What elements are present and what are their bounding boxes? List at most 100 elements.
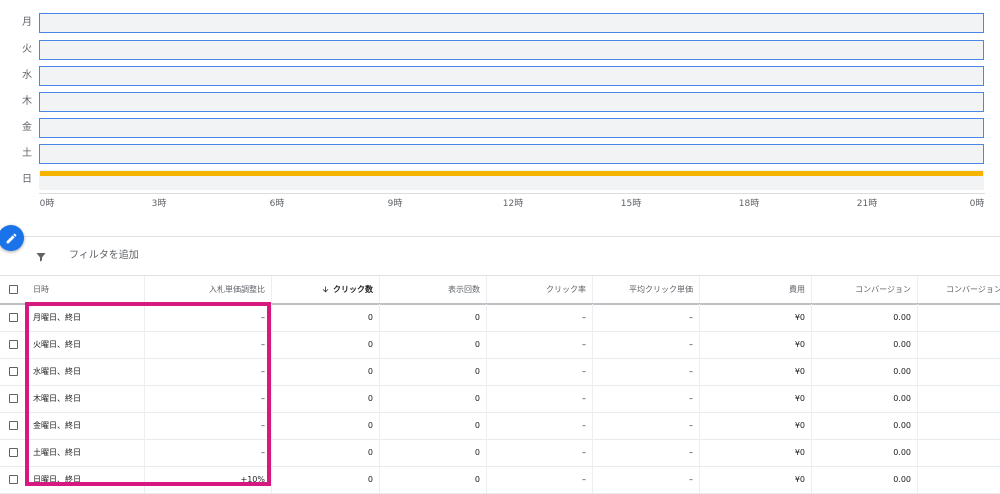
time-tick: 21時 [856,199,878,209]
table-row[interactable]: 火曜日、終日 –0 0– – ¥0 0.00 [0,331,1000,359]
cell-conversions-2 [918,412,1000,439]
table-row[interactable]: 土曜日、終日 –0 0– – ¥0 0.00 [0,439,1000,467]
row-checkbox[interactable] [9,394,18,403]
column-header-clicks[interactable]: クリック数 [272,276,380,303]
cell-schedule: 木曜日、終日 [25,385,145,412]
day-label: 水 [22,70,32,81]
table-row[interactable]: 水曜日、終日 –0 0– – ¥0 0.00 [0,358,1000,386]
column-header-conversions-2[interactable]: コンバージョン [918,276,1000,303]
cell-conversions-2 [918,331,1000,358]
cell-impressions: 0 [380,385,487,412]
filter-funnel-icon[interactable] [35,251,47,263]
cell-conversions: 0.00 [812,358,918,385]
cell-avg-cpc: – [593,358,700,385]
row-checkbox[interactable] [9,367,18,376]
cell-bid-adjustment[interactable]: – [145,385,272,412]
column-header-ctr[interactable]: クリック率 [487,276,593,303]
schedule-table: 日時 入札単価調整比 クリック数 表示回数 クリック率 平均クリック単価 費用 … [0,275,1000,494]
cell-ctr: – [487,385,593,412]
schedule-bar-sat[interactable] [39,144,984,164]
cell-schedule: 月曜日、終日 [25,304,145,331]
cell-cost: ¥0 [700,412,812,439]
table-row[interactable]: 月曜日、終日 –0 0– – ¥0 0.00 [0,304,1000,332]
cell-avg-cpc: – [593,412,700,439]
column-header-schedule[interactable]: 日時 [25,276,145,303]
time-axis [39,193,985,194]
cell-clicks: 0 [272,412,380,439]
column-header-cost[interactable]: 費用 [700,276,812,303]
time-tick: 9時 [387,199,403,209]
table-row[interactable]: 木曜日、終日 –0 0– – ¥0 0.00 [0,385,1000,413]
cell-schedule: 火曜日、終日 [25,331,145,358]
add-filter-button[interactable]: フィルタを追加 [69,248,139,264]
day-label: 土 [22,148,32,159]
schedule-bar-sun[interactable] [39,170,984,190]
cell-schedule: 金曜日、終日 [25,412,145,439]
time-tick: 6時 [269,199,285,209]
edit-button[interactable] [0,225,24,251]
column-header-impressions[interactable]: 表示回数 [380,276,487,303]
cell-schedule: 水曜日、終日 [25,358,145,385]
cell-impressions: 0 [380,304,487,331]
cell-bid-adjustment[interactable]: – [145,439,272,466]
row-checkbox[interactable] [9,340,18,349]
cell-clicks: 0 [272,304,380,331]
cell-clicks: 0 [272,331,380,358]
cell-avg-cpc: – [593,304,700,331]
schedule-bar-fri[interactable] [39,118,984,138]
schedule-bar-wed[interactable] [39,66,984,86]
day-label: 月 [22,17,32,28]
cell-ctr: – [487,331,593,358]
row-checkbox[interactable] [9,313,18,322]
row-checkbox[interactable] [9,448,18,457]
cell-avg-cpc: – [593,439,700,466]
cell-conversions: 0.00 [812,439,918,466]
row-checkbox[interactable] [9,475,18,484]
cell-avg-cpc: – [593,385,700,412]
schedule-bar-thu[interactable] [39,92,984,112]
cell-impressions: 0 [380,331,487,358]
cell-cost: ¥0 [700,385,812,412]
cell-ctr: – [487,304,593,331]
cell-clicks: 0 [272,385,380,412]
arrow-down-icon [322,286,329,293]
cell-impressions: 0 [380,358,487,385]
day-label: 金 [22,122,32,133]
day-label: 日 [22,174,32,185]
column-header-conversions[interactable]: コンバージョン [812,276,918,303]
cell-conversions: 0.00 [812,331,918,358]
time-tick: 18時 [738,199,760,209]
cell-cost: ¥0 [700,439,812,466]
table-row[interactable]: 日曜日、終日 +10% 0 0– – ¥0 0.00 [0,466,1000,494]
cell-conversions: 0.00 [812,385,918,412]
cell-bid-adjustment[interactable]: – [145,304,272,331]
table-row[interactable]: 金曜日、終日 –0 0– – ¥0 0.00 [0,412,1000,440]
cell-cost: ¥0 [700,358,812,385]
cell-avg-cpc: – [593,331,700,358]
cell-conversions-2 [918,304,1000,331]
cell-conversions-2 [918,385,1000,412]
cell-bid-adjustment[interactable]: – [145,412,272,439]
cell-cost: ¥0 [700,331,812,358]
column-header-avg-cpc[interactable]: 平均クリック単価 [593,276,700,303]
cell-conversions-2 [918,439,1000,466]
schedule-bar-tue[interactable] [39,40,984,60]
cell-conversions-2 [918,358,1000,385]
column-header-clicks-label: クリック数 [333,285,373,294]
column-header-bid-adjustment[interactable]: 入札単価調整比 [145,276,272,303]
time-tick: 12時 [502,199,524,209]
time-tick: 3時 [151,199,167,209]
pencil-icon [6,233,16,243]
table-header-row: 日時 入札単価調整比 クリック数 表示回数 クリック率 平均クリック単価 費用 … [0,276,1000,305]
cell-conversions: 0.00 [812,412,918,439]
cell-schedule: 土曜日、終日 [25,439,145,466]
cell-clicks: 0 [272,358,380,385]
day-label: 木 [22,96,32,107]
cell-bid-adjustment[interactable]: – [145,331,272,358]
row-checkbox[interactable] [9,421,18,430]
bid-adjustment-indicator [40,171,983,176]
cell-bid-adjustment[interactable]: – [145,358,272,385]
cell-ctr: – [487,358,593,385]
select-all-checkbox[interactable] [9,285,18,294]
schedule-bar-mon[interactable] [39,13,984,33]
